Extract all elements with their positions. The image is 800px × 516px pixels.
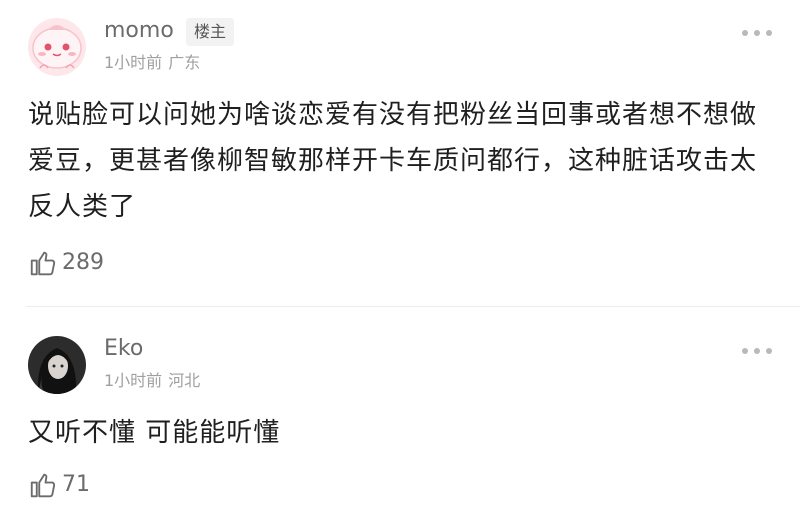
more-dots-icon: [742, 348, 748, 354]
like-button[interactable]: 71: [28, 470, 90, 500]
comment-location: 河北: [168, 371, 201, 390]
like-button[interactable]: 289: [28, 248, 104, 278]
pink-cartoon-avatar-icon: [28, 18, 86, 76]
comment-item: Eko 1小时前 河北 又听不懂 可能能听懂 71: [0, 308, 800, 516]
comment-meta: 1小时前 广东: [104, 52, 200, 74]
avatar[interactable]: [28, 336, 86, 394]
comment-location: 广东: [168, 53, 201, 72]
dark-portrait-avatar-icon: [28, 336, 86, 394]
more-options-button[interactable]: [742, 346, 772, 356]
thumbs-up-icon: [30, 473, 56, 498]
more-options-button[interactable]: [742, 28, 772, 38]
divider: [26, 306, 800, 307]
comment-text: 说贴脸可以问她为啥谈恋爱有没有把粉丝当回事或者想不想做爱豆，更甚者像柳智敏那样开…: [28, 100, 758, 222]
more-dots-icon: [754, 30, 760, 36]
like-count: 289: [62, 250, 104, 275]
username[interactable]: Eko: [104, 335, 143, 363]
more-dots-icon: [754, 348, 760, 354]
comment-time: 1小时前: [104, 53, 163, 72]
avatar[interactable]: [28, 18, 86, 76]
comment-time: 1小时前: [104, 371, 163, 390]
username[interactable]: momo: [104, 17, 174, 45]
more-dots-icon: [766, 348, 772, 354]
thumbs-up-icon: [30, 251, 56, 276]
more-dots-icon: [742, 30, 748, 36]
op-badge: 楼主: [186, 18, 235, 46]
like-count: 71: [62, 472, 90, 497]
comment-text: 又听不懂 可能能听懂: [28, 418, 281, 448]
comment-item: momo 楼主 1小时前 广东 说贴脸可以问她为啥谈恋爱有没有把粉丝当回事或者想不…: [0, 0, 800, 308]
more-dots-icon: [766, 30, 772, 36]
comment-meta: 1小时前 河北: [104, 370, 200, 392]
